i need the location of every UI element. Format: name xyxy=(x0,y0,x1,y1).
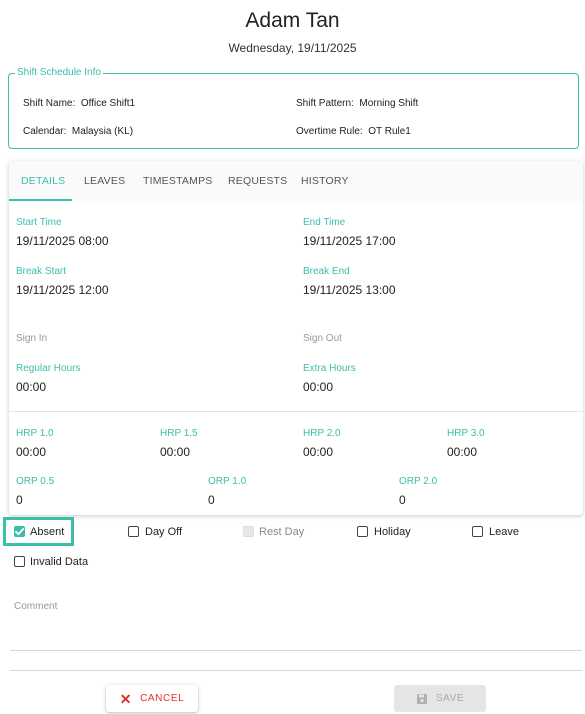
invalid-data-label[interactable]: Invalid Data xyxy=(30,556,88,568)
sign-out-label: Sign Out xyxy=(303,333,342,344)
end-time-label: End Time xyxy=(303,217,346,228)
rest-day-label: Rest Day xyxy=(259,526,305,538)
break-start-value: 19/11/2025 12:00 xyxy=(16,283,109,297)
start-time-value: 19/11/2025 08:00 xyxy=(16,234,109,248)
hrp-2-0-value: 00:00 xyxy=(303,445,334,459)
orp-0-5-label: ORP 0.5 xyxy=(16,476,55,487)
regular-hours-label: Regular Hours xyxy=(16,363,81,374)
extra-hours-value: 00:00 xyxy=(303,380,334,394)
cancel-button[interactable]: ✕ CANCEL xyxy=(106,685,198,712)
day-off-label[interactable]: Day Off xyxy=(145,526,182,538)
active-tab-indicator xyxy=(9,199,72,201)
hrp-2-0-label: HRP 2.0 xyxy=(303,428,341,439)
rest-day-checkbox xyxy=(243,526,254,537)
start-time-label: Start Time xyxy=(16,217,62,228)
details-card: DETAILS LEAVES TIMESTAMPS REQUESTS HISTO… xyxy=(9,161,583,515)
overtime-rule-value: OT Rule1 xyxy=(368,126,411,137)
extra-hours-label: Extra Hours xyxy=(303,363,356,374)
tab-requests[interactable]: REQUESTS xyxy=(228,175,287,187)
close-icon: ✕ xyxy=(119,690,133,707)
hrp-1-5-value: 00:00 xyxy=(160,445,191,459)
shift-name-row: Shift Name: Office Shift1 xyxy=(23,98,135,109)
holiday-checkbox[interactable] xyxy=(357,526,368,537)
tab-details[interactable]: DETAILS xyxy=(21,175,65,187)
shift-pattern-value: Morning Shift xyxy=(359,98,419,109)
hrp-1-0-value: 00:00 xyxy=(16,445,47,459)
leave-checkbox[interactable] xyxy=(472,526,483,537)
calendar-value: Malaysia (KL) xyxy=(71,126,134,137)
leave-label[interactable]: Leave xyxy=(489,526,519,538)
shift-pattern-label: Shift Pattern: xyxy=(296,98,354,109)
employee-name: Adam Tan xyxy=(245,9,340,32)
section-divider xyxy=(9,411,583,412)
day-off-checkbox[interactable] xyxy=(128,526,139,537)
overtime-rule-label: Overtime Rule: xyxy=(296,126,363,137)
break-start-label: Break Start xyxy=(16,266,67,277)
tab-leaves[interactable]: LEAVES xyxy=(84,175,125,187)
absent-label[interactable]: Absent xyxy=(30,526,64,538)
break-end-value: 19/11/2025 13:00 xyxy=(303,283,396,297)
absent-checkbox[interactable] xyxy=(14,526,25,537)
tab-history[interactable]: HISTORY xyxy=(301,175,349,187)
shift-name-value: Office Shift1 xyxy=(80,98,136,109)
hrp-3-0-value: 00:00 xyxy=(447,445,478,459)
hrp-1-5-label: HRP 1.5 xyxy=(160,428,198,439)
break-end-label: Break End xyxy=(303,266,350,277)
comment-label: Comment xyxy=(14,601,58,612)
schedule-date: Wednesday, 19/11/2025 xyxy=(228,41,357,55)
orp-2-0-label: ORP 2.0 xyxy=(399,476,438,487)
save-label: SAVE xyxy=(435,693,465,704)
hrp-1-0-label: HRP 1.0 xyxy=(16,428,54,439)
shift-schedule-legend: Shift Schedule Info xyxy=(17,67,101,78)
orp-0-5-value: 0 xyxy=(16,493,23,507)
floppy-disk-icon xyxy=(416,693,427,704)
holiday-label[interactable]: Holiday xyxy=(374,526,411,538)
calendar-label: Calendar: xyxy=(23,126,67,137)
end-time-value: 19/11/2025 17:00 xyxy=(303,234,396,248)
save-button: SAVE xyxy=(394,685,486,712)
tab-bar: DETAILS LEAVES TIMESTAMPS REQUESTS HISTO… xyxy=(9,161,583,201)
overtime-rule-row: Overtime Rule: OT Rule1 xyxy=(296,126,411,137)
checkmark-icon xyxy=(15,527,25,536)
orp-1-0-label: ORP 1.0 xyxy=(208,476,247,487)
actions-divider xyxy=(10,670,582,671)
tab-timestamps[interactable]: TIMESTAMPS xyxy=(143,175,212,187)
invalid-data-checkbox[interactable] xyxy=(14,556,25,567)
sign-in-label: Sign In xyxy=(16,333,48,344)
orp-2-0-value: 0 xyxy=(399,493,406,507)
hrp-3-0-label: HRP 3.0 xyxy=(447,428,485,439)
comment-input[interactable] xyxy=(10,615,582,649)
calendar-row: Calendar: Malaysia (KL) xyxy=(23,126,133,137)
shift-pattern-row: Shift Pattern: Morning Shift xyxy=(296,98,418,109)
comment-underline xyxy=(10,650,582,651)
shift-name-label: Shift Name: xyxy=(23,98,76,109)
regular-hours-value: 00:00 xyxy=(16,380,47,394)
cancel-label: CANCEL xyxy=(140,693,185,704)
orp-1-0-value: 0 xyxy=(208,493,215,507)
